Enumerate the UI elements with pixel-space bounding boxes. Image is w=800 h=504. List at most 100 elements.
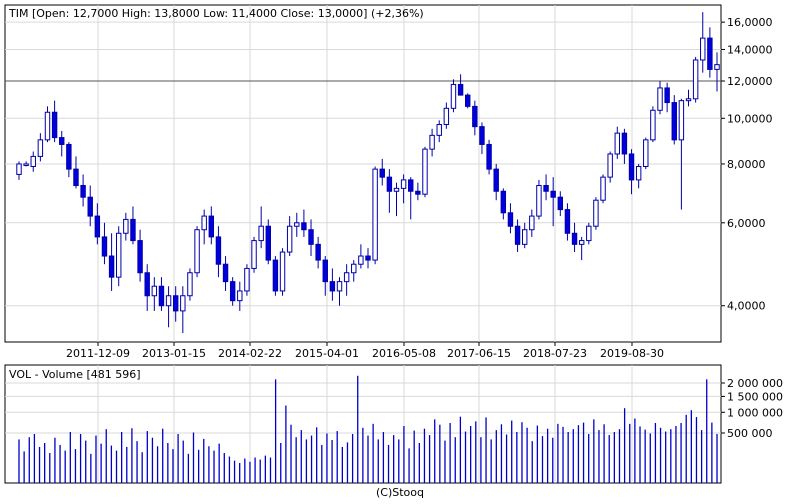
candle-body-up <box>700 37 706 61</box>
candle-body-up <box>372 168 378 261</box>
candle-body-up <box>393 187 400 192</box>
candle-body-up <box>201 215 207 231</box>
candle-body-up <box>586 225 592 242</box>
candle-body-up <box>578 240 585 245</box>
candle-body-down <box>386 176 393 192</box>
candle-body-down <box>707 37 713 70</box>
candle-body-up <box>358 255 364 265</box>
candle <box>593 197 599 230</box>
candle-body-up <box>351 263 357 274</box>
price-tick-label: 6,0000 <box>727 217 766 230</box>
candle <box>692 56 699 103</box>
price-panel: 4,0000 6,0000 8,0000 10,0000 12,0000 14,0000 1… <box>4 4 773 343</box>
candle-body-up <box>180 295 186 312</box>
date-tick-label: 2018-07-23 <box>523 347 587 360</box>
candle-body-down <box>158 285 165 307</box>
candle-body-up <box>685 98 692 102</box>
candle-body-up <box>187 272 193 297</box>
candle-body-up <box>436 124 442 136</box>
price-tick-label: 14,0000 <box>727 43 773 56</box>
candle-body-down <box>172 295 179 312</box>
stock-chart-view: 4,0000 6,0000 8,0000 10,0000 12,0000 14,0000 1… <box>0 0 800 500</box>
candle-body-up <box>244 267 250 292</box>
candle <box>279 248 286 296</box>
price-tick-label: 10,0000 <box>727 112 773 125</box>
candle-body-up <box>635 166 642 181</box>
candle <box>486 139 492 175</box>
candle-body-down <box>472 105 478 128</box>
candle-body-up <box>521 229 528 245</box>
candle-body-up <box>678 100 685 141</box>
candle-body-down <box>59 137 65 145</box>
copyright-label: (C)Stooq <box>376 486 424 499</box>
volume-tick-label: 1 000 000 <box>727 406 783 419</box>
candle-body-down <box>101 236 108 257</box>
candle-body-down <box>272 259 279 292</box>
candle-body-up <box>657 87 663 111</box>
candle-body-down <box>500 190 507 214</box>
candle-body-up <box>23 163 29 166</box>
candle-body-up <box>529 215 535 231</box>
candle <box>650 106 656 143</box>
candle-body-down <box>628 153 635 181</box>
candle-body-down <box>315 243 321 261</box>
candle-body-up <box>536 184 542 217</box>
date-tick-label: 2016-05-08 <box>372 347 436 360</box>
candle-body-down <box>265 225 271 261</box>
price-tick-label: 12,0000 <box>727 75 773 88</box>
candle-body-up <box>692 59 699 100</box>
candle <box>272 256 279 296</box>
candle-body-up <box>714 64 720 70</box>
candle-body-up <box>422 148 428 195</box>
candle-body-down <box>543 184 549 192</box>
candle-body-down <box>208 215 215 238</box>
candle-body-up <box>600 176 606 201</box>
candle-body-up <box>400 179 407 189</box>
candle-body-down <box>415 190 421 195</box>
candle-body-down <box>51 111 58 139</box>
price-tick-label: 8,0000 <box>727 158 766 171</box>
candle <box>187 268 193 301</box>
candle <box>536 179 542 220</box>
candle-body-up <box>123 218 129 234</box>
price-tick-label: 16,0000 <box>727 16 773 29</box>
candle-body-up <box>607 153 613 178</box>
chart-canvas: 4,0000 6,0000 8,0000 10,0000 12,0000 14,0000 1… <box>4 4 783 499</box>
date-tick-label: 2017-06-15 <box>447 347 511 360</box>
candle-body-down <box>671 102 677 141</box>
date-tick-label: 2011-12-09 <box>66 347 130 360</box>
candle-body-down <box>215 236 222 265</box>
candle-body-down <box>329 281 336 292</box>
candle <box>422 146 428 198</box>
price-tick-label: 4,0000 <box>727 300 766 313</box>
candle <box>671 95 677 145</box>
candle-body-down <box>664 87 670 104</box>
volume-panel: 500 000 1 000 000 1 500 0002 000 000 VOL -… <box>4 364 783 484</box>
candle-body-up <box>279 251 286 292</box>
candle-body-up <box>194 229 200 274</box>
candle <box>194 226 200 278</box>
price-panel-frame <box>4 4 722 343</box>
candle-body-down <box>479 126 485 145</box>
candle-body-down <box>130 218 136 242</box>
candle <box>643 137 649 170</box>
candle-body-up <box>30 155 36 168</box>
candle <box>600 174 606 204</box>
candle-body-down <box>408 179 414 192</box>
date-axis: 2011-12-09 2013-01-15 2014-02-22 2015-04-01… <box>66 342 664 360</box>
candle-body-up <box>44 111 51 141</box>
volume-panel-title: VOL - Volume [481 596] <box>9 368 141 381</box>
date-tick-label: 2013-01-15 <box>142 347 206 360</box>
volume-tick-label: 500 000 <box>727 427 773 440</box>
candle-body-down <box>507 212 514 227</box>
candle-body-up <box>343 272 350 283</box>
candle-body-up <box>116 232 122 278</box>
candle-body-down <box>564 209 571 234</box>
candle-body-down <box>514 225 521 245</box>
candle <box>265 219 271 265</box>
volume-tick-label: 2 000 000 <box>727 377 783 390</box>
candle-body-up <box>336 281 343 292</box>
candle-body-up <box>165 295 172 307</box>
candle-body-down <box>365 255 371 261</box>
volume-tick-label: 1 500 000 <box>727 390 783 403</box>
